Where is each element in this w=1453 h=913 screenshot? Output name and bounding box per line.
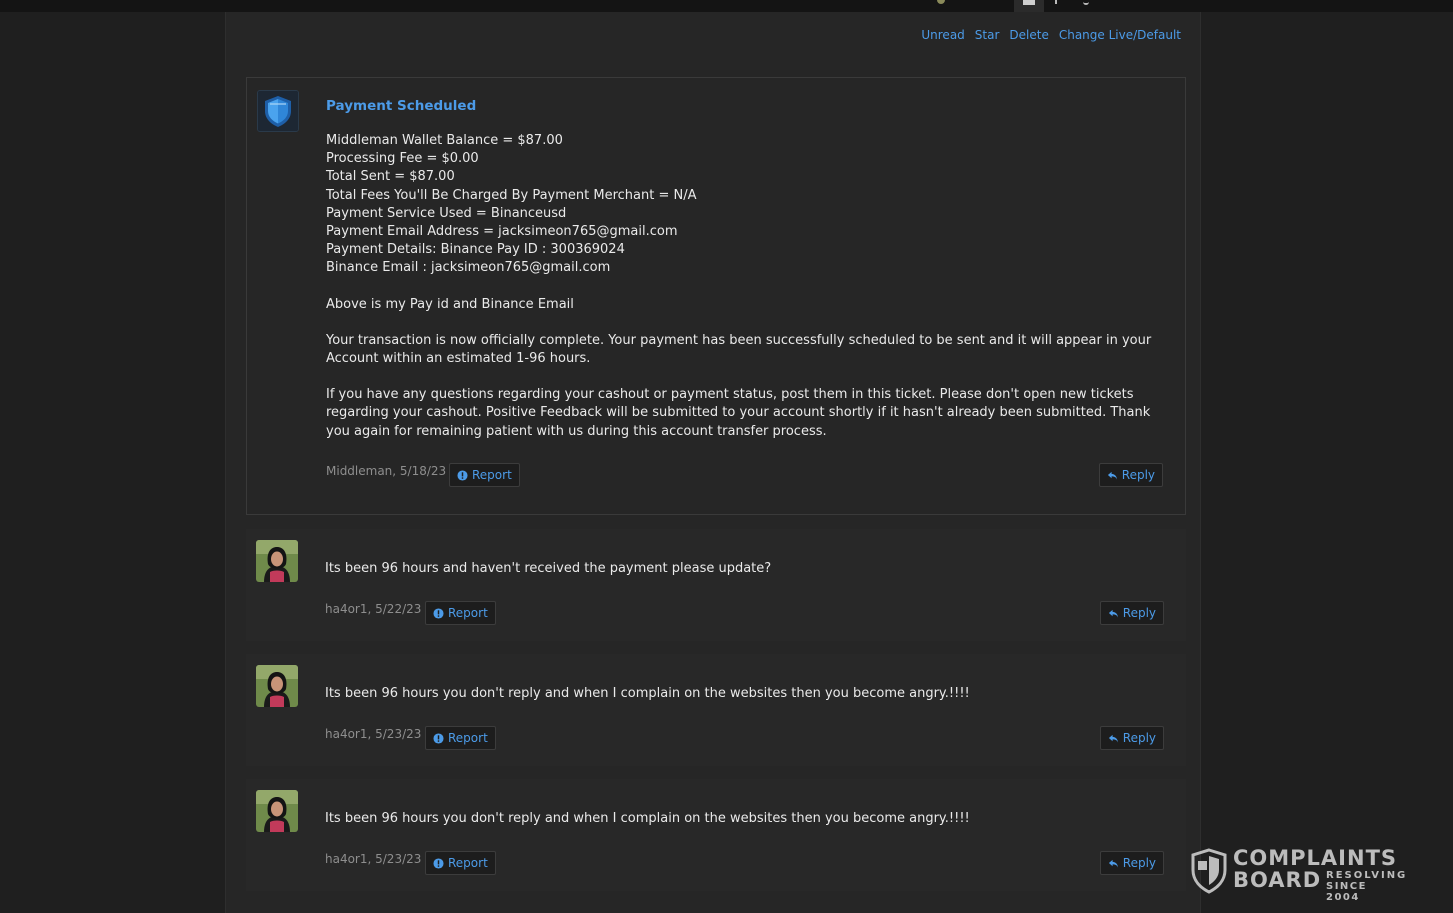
user-photo-icon [256,790,298,832]
report-label: Report [472,468,512,482]
conversation-actions: Unread Star Delete Change Live/Default [921,28,1181,42]
info-icon [433,607,444,619]
watermark-line-1: COMPLAINTS [1233,846,1398,870]
detail-line: Payment Email Address = jacksimeon765@gm… [326,224,678,240]
reply-arrow-icon [1108,609,1118,618]
conversation-panel: Unread Star Delete Change Live/Default P… [225,12,1201,913]
payment-details: Middleman Wallet Balance = $87.00 Proces… [326,132,1163,278]
message-text: Its been 96 hours you don't reply and wh… [325,811,970,826]
user-photo-icon [256,665,298,707]
message-body: Payment Scheduled Middleman Wallet Balan… [326,98,1163,441]
shield-logo-icon [1191,848,1227,894]
message-body: Its been 96 hours you don't reply and wh… [325,810,1164,828]
message-title[interactable]: Payment Scheduled [326,98,1163,114]
report-button[interactable]: Report [425,726,496,750]
report-button[interactable]: Report [449,463,520,487]
reply-button[interactable]: Reply [1099,726,1164,750]
user-avatar-icon[interactable] [930,0,952,12]
reply-button[interactable]: Reply [1098,463,1163,487]
message-meta[interactable]: ha4or1, 5/22/23 [325,602,421,616]
detail-line: Total Fees You'll Be Charged By Payment … [326,187,697,203]
message-text: Its been 96 hours you don't reply and wh… [325,686,970,701]
watermark-tagline-1: RESOLVING [1326,870,1408,881]
detail-line: Processing Fee = $0.00 [326,151,479,167]
delete-link[interactable]: Delete [1009,28,1048,42]
watermark-tagline-2: SINCE 2004 [1326,881,1367,903]
complaints-board-watermark: COMPLAINTS BOARD RESOLVING SINCE 2004 [1190,845,1408,903]
message-footer: ha4or1, 5/23/23 Report Reply [325,851,1164,877]
message-meta[interactable]: Middleman, 5/18/23 [326,464,446,478]
unread-link[interactable]: Unread [921,28,964,42]
user-photo-icon [256,540,298,582]
reply-label: Reply [1122,731,1156,745]
watermark-line-2: BOARD [1233,868,1322,892]
message-reply: Its been 96 hours you don't reply and wh… [246,779,1186,891]
alerts-icon[interactable] [1052,0,1060,12]
message-footer: ha4or1, 5/22/23 Report Reply [325,601,1164,627]
detail-line: Binance Email : jacksimeon765@gmail.com [326,260,611,276]
report-label: Report [448,731,488,745]
reply-label: Reply [1121,468,1155,482]
message-paragraph: Above is my Pay id and Binance Email [326,296,574,312]
reply-arrow-icon [1108,734,1118,743]
message-body: Its been 96 hours and haven't received t… [325,560,1164,578]
detail-line: Middleman Wallet Balance = $87.00 [326,133,563,148]
detail-line: Total Sent = $87.00 [326,169,455,185]
message-footer: ha4or1, 5/23/23 Report Reply [325,726,1164,752]
detail-line: Payment Service Used = Binanceusd [326,205,567,221]
reply-arrow-icon [1108,859,1118,868]
message-body: Its been 96 hours you don't reply and wh… [325,685,1164,703]
message-reply: Its been 96 hours and haven't received t… [246,529,1186,641]
search-icon[interactable] [1080,0,1092,12]
user-avatar[interactable] [256,540,298,582]
reply-label: Reply [1122,606,1156,620]
user-avatar[interactable] [256,665,298,707]
report-label: Report [448,856,488,870]
message-paragraph: If you have any questions regarding your… [326,387,1151,439]
inbox-icon[interactable] [1014,0,1044,12]
middleman-avatar[interactable] [257,90,299,132]
message-footer: Middleman, 5/18/23 Report Reply [326,463,1163,489]
report-button[interactable]: Report [425,601,496,625]
reply-button[interactable]: Reply [1099,851,1164,875]
message-meta[interactable]: ha4or1, 5/23/23 [325,727,421,741]
message-reply: Its been 96 hours you don't reply and wh… [246,654,1186,766]
change-live-default-link[interactable]: Change Live/Default [1059,28,1181,42]
detail-line: Payment Details: Binance Pay ID : 300369… [326,242,625,258]
star-link[interactable]: Star [975,28,1000,42]
report-button[interactable]: Report [425,851,496,875]
info-icon [457,469,468,481]
message-payment-scheduled: Payment Scheduled Middleman Wallet Balan… [246,77,1186,515]
message-text: Its been 96 hours and haven't received t… [325,561,772,576]
shield-icon [258,91,298,131]
message-paragraph: Your transaction is now officially compl… [326,332,1152,367]
info-icon [433,732,444,744]
message-meta[interactable]: ha4or1, 5/23/23 [325,852,421,866]
report-label: Report [448,606,488,620]
reply-label: Reply [1122,856,1156,870]
reply-arrow-icon [1107,471,1117,480]
top-navigation-bar [0,0,1453,12]
reply-button[interactable]: Reply [1099,601,1164,625]
info-icon [433,857,444,869]
user-avatar[interactable] [256,790,298,832]
